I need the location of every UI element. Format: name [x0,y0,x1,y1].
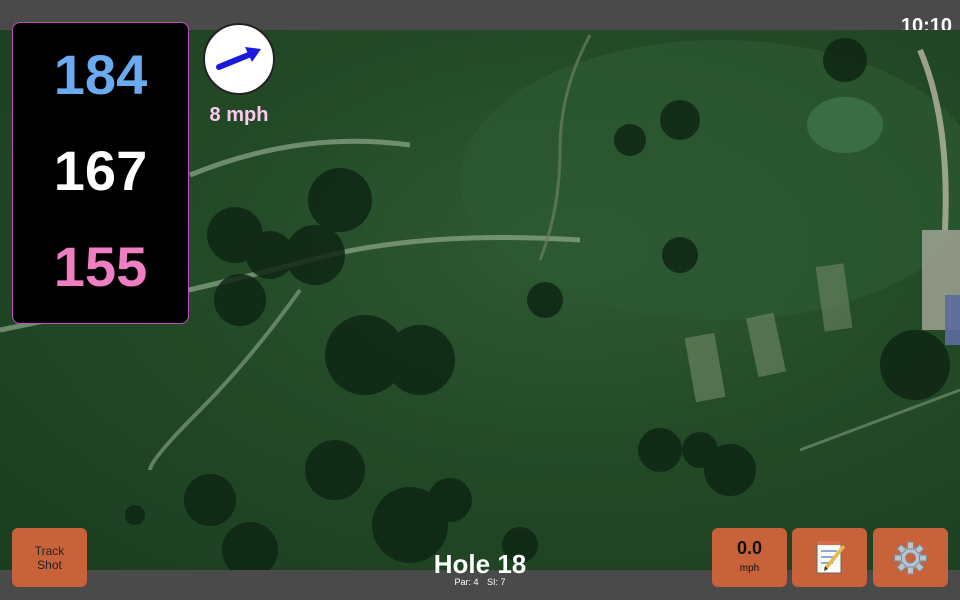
front-of-green-distance: 155 [53,235,148,298]
wind-arrow-icon [216,47,261,70]
hole-title: Hole 18 [433,549,527,579]
track-shot-button[interactable]: Track Shot [12,528,87,587]
middle-of-green-distance: 167 [53,139,148,202]
track-shot-label-line2: Shot [37,558,62,572]
track-shot-label-line1: Track [34,544,65,558]
notes-button[interactable] [792,528,867,587]
par-label: Par: 4 [454,577,479,587]
distance-panel: 184 167 155 [12,22,189,324]
wind-direction-indicator [203,23,275,95]
speed-button[interactable]: 0.0 mph [712,528,787,587]
speed-value: 0.0 [736,538,763,558]
wind-speed-label: 8 mph [209,104,269,126]
gear-icon [894,541,927,575]
settings-button[interactable] [873,528,948,587]
back-of-green-distance: 184 [53,43,148,106]
speed-unit: mph [739,563,760,574]
notepad-icon [816,541,846,574]
stroke-index-label: SI: 7 [487,577,506,587]
hole-details: Par: 4 SI: 7 [380,577,580,587]
